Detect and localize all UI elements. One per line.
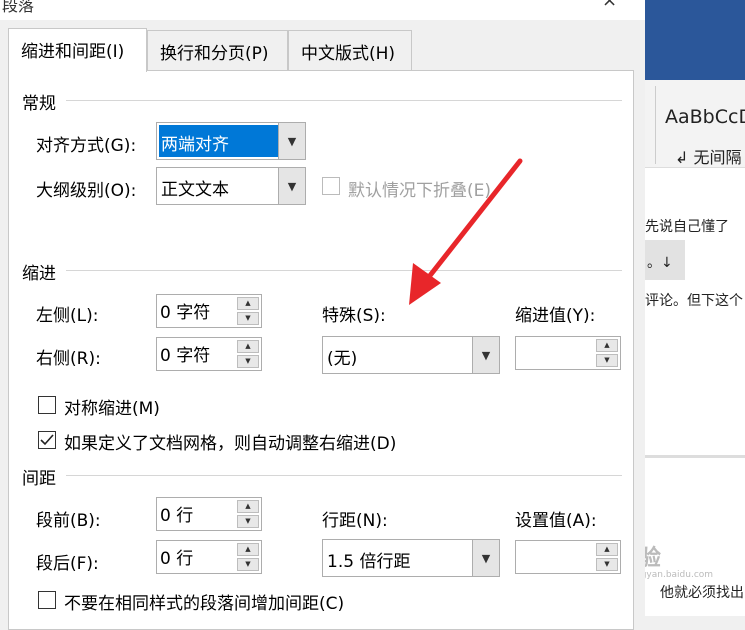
line-spacing-select[interactable]: 1.5 倍行距 ▼	[322, 539, 500, 577]
page-break	[645, 455, 745, 458]
gallery-divider	[655, 86, 656, 164]
chevron-down-icon[interactable]: ▼	[472, 337, 499, 373]
tab-line-page-breaks[interactable]: 换行和分页(P)	[147, 30, 288, 70]
style-sample: AaBbCcD	[665, 106, 745, 128]
at-spinner[interactable]: ▲ ▼	[515, 540, 621, 574]
tab-label: 换行和分页(P)	[160, 44, 269, 64]
annotation-arrow-icon	[409, 158, 523, 305]
before-spinner[interactable]: 0 行 ▲ ▼	[156, 497, 262, 531]
auto-adjust-label: 如果定义了文档网格，则自动调整右缩进(D)	[64, 434, 397, 454]
after-value: 0 行	[160, 549, 194, 569]
left-indent-spinner[interactable]: 0 字符 ▲ ▼	[156, 294, 262, 328]
right-indent-label: 右侧(R):	[36, 349, 101, 369]
chevron-down-icon[interactable]: ▼	[278, 168, 305, 204]
doc-line-3: 评论。但下这个	[645, 293, 743, 309]
spin-up-icon[interactable]: ▲	[237, 543, 259, 556]
right-indent-spinner[interactable]: 0 字符 ▲ ▼	[156, 337, 262, 371]
dialog-titlebar[interactable]: 段落 ×	[0, 0, 645, 20]
mirror-indents-checkbox[interactable]	[38, 396, 56, 414]
alignment-value: 两端对齐	[161, 135, 229, 155]
spin-down-icon[interactable]: ▼	[237, 312, 259, 325]
tab-label: 缩进和间距(I)	[21, 42, 125, 62]
left-indent-label: 左侧(L):	[36, 306, 99, 326]
section-general: 常规	[22, 94, 56, 114]
doc-line-2: 。↓	[647, 255, 673, 271]
auto-adjust-checkbox[interactable]	[38, 431, 56, 449]
before-label: 段前(B):	[36, 511, 101, 531]
special-indent-label: 特殊(S):	[322, 306, 386, 326]
special-indent-value: (无)	[327, 349, 358, 369]
right-indent-value: 0 字符	[160, 346, 211, 366]
spin-up-icon[interactable]: ▲	[596, 339, 618, 352]
dialog-title: 段落	[2, 0, 35, 15]
collapse-checkbox[interactable]	[322, 177, 340, 195]
after-label: 段后(F):	[36, 554, 99, 574]
spin-down-icon[interactable]: ▼	[237, 515, 259, 528]
styles-gallery[interactable]: AaBbCcD ↲ 无间隔	[645, 80, 745, 168]
outline-level-label: 大纲级别(O):	[36, 181, 137, 201]
spin-up-icon[interactable]: ▲	[237, 500, 259, 513]
doc-line-1: 先说自己懂了	[645, 219, 729, 235]
spin-down-icon[interactable]: ▼	[596, 558, 618, 571]
special-indent-select[interactable]: (无) ▼	[322, 336, 500, 374]
divider	[66, 270, 622, 271]
spin-down-icon[interactable]: ▼	[596, 354, 618, 367]
spin-up-icon[interactable]: ▲	[596, 543, 618, 556]
line-spacing-label: 行距(N):	[322, 511, 388, 531]
tab-label: 中文版式(H)	[301, 44, 396, 64]
alignment-select[interactable]: 两端对齐 ▼	[156, 122, 306, 160]
spin-down-icon[interactable]: ▼	[237, 558, 259, 571]
spin-down-icon[interactable]: ▼	[237, 355, 259, 368]
after-spinner[interactable]: 0 行 ▲ ▼	[156, 540, 262, 574]
spin-up-icon[interactable]: ▲	[237, 340, 259, 353]
ribbon-header	[645, 0, 745, 80]
outline-level-value: 正文文本	[161, 180, 229, 200]
divider	[66, 100, 622, 101]
doc-line-4: 他就必须找出	[660, 585, 744, 601]
mirror-indents-label: 对称缩进(M)	[64, 399, 160, 419]
chevron-down-icon[interactable]: ▼	[278, 123, 305, 159]
line-spacing-value: 1.5 倍行距	[327, 552, 411, 572]
chevron-down-icon[interactable]: ▼	[472, 540, 499, 576]
close-icon[interactable]: ×	[602, 0, 617, 11]
before-value: 0 行	[160, 506, 194, 526]
outline-level-select[interactable]: 正文文本 ▼	[156, 167, 306, 205]
section-spacing: 间距	[22, 469, 56, 489]
style-name: ↲ 无间隔	[675, 148, 742, 167]
indent-by-spinner[interactable]: ▲ ▼	[515, 336, 621, 370]
document-page[interactable]: 先说自己懂了 。↓ 评论。但下这个	[645, 168, 745, 458]
left-indent-value: 0 字符	[160, 303, 211, 323]
no-space-label: 不要在相同样式的段落间增加间距(C)	[64, 594, 345, 614]
tab-indents-spacing[interactable]: 缩进和间距(I)	[8, 28, 147, 72]
alignment-label: 对齐方式(G):	[36, 136, 137, 156]
checkmark-icon	[40, 434, 54, 446]
spin-up-icon[interactable]: ▲	[237, 297, 259, 310]
divider	[66, 475, 622, 476]
at-label: 设置值(A):	[515, 511, 597, 531]
section-indentation: 缩进	[22, 264, 56, 284]
no-space-checkbox[interactable]	[38, 591, 56, 609]
tab-asian-typography[interactable]: 中文版式(H)	[288, 30, 412, 70]
